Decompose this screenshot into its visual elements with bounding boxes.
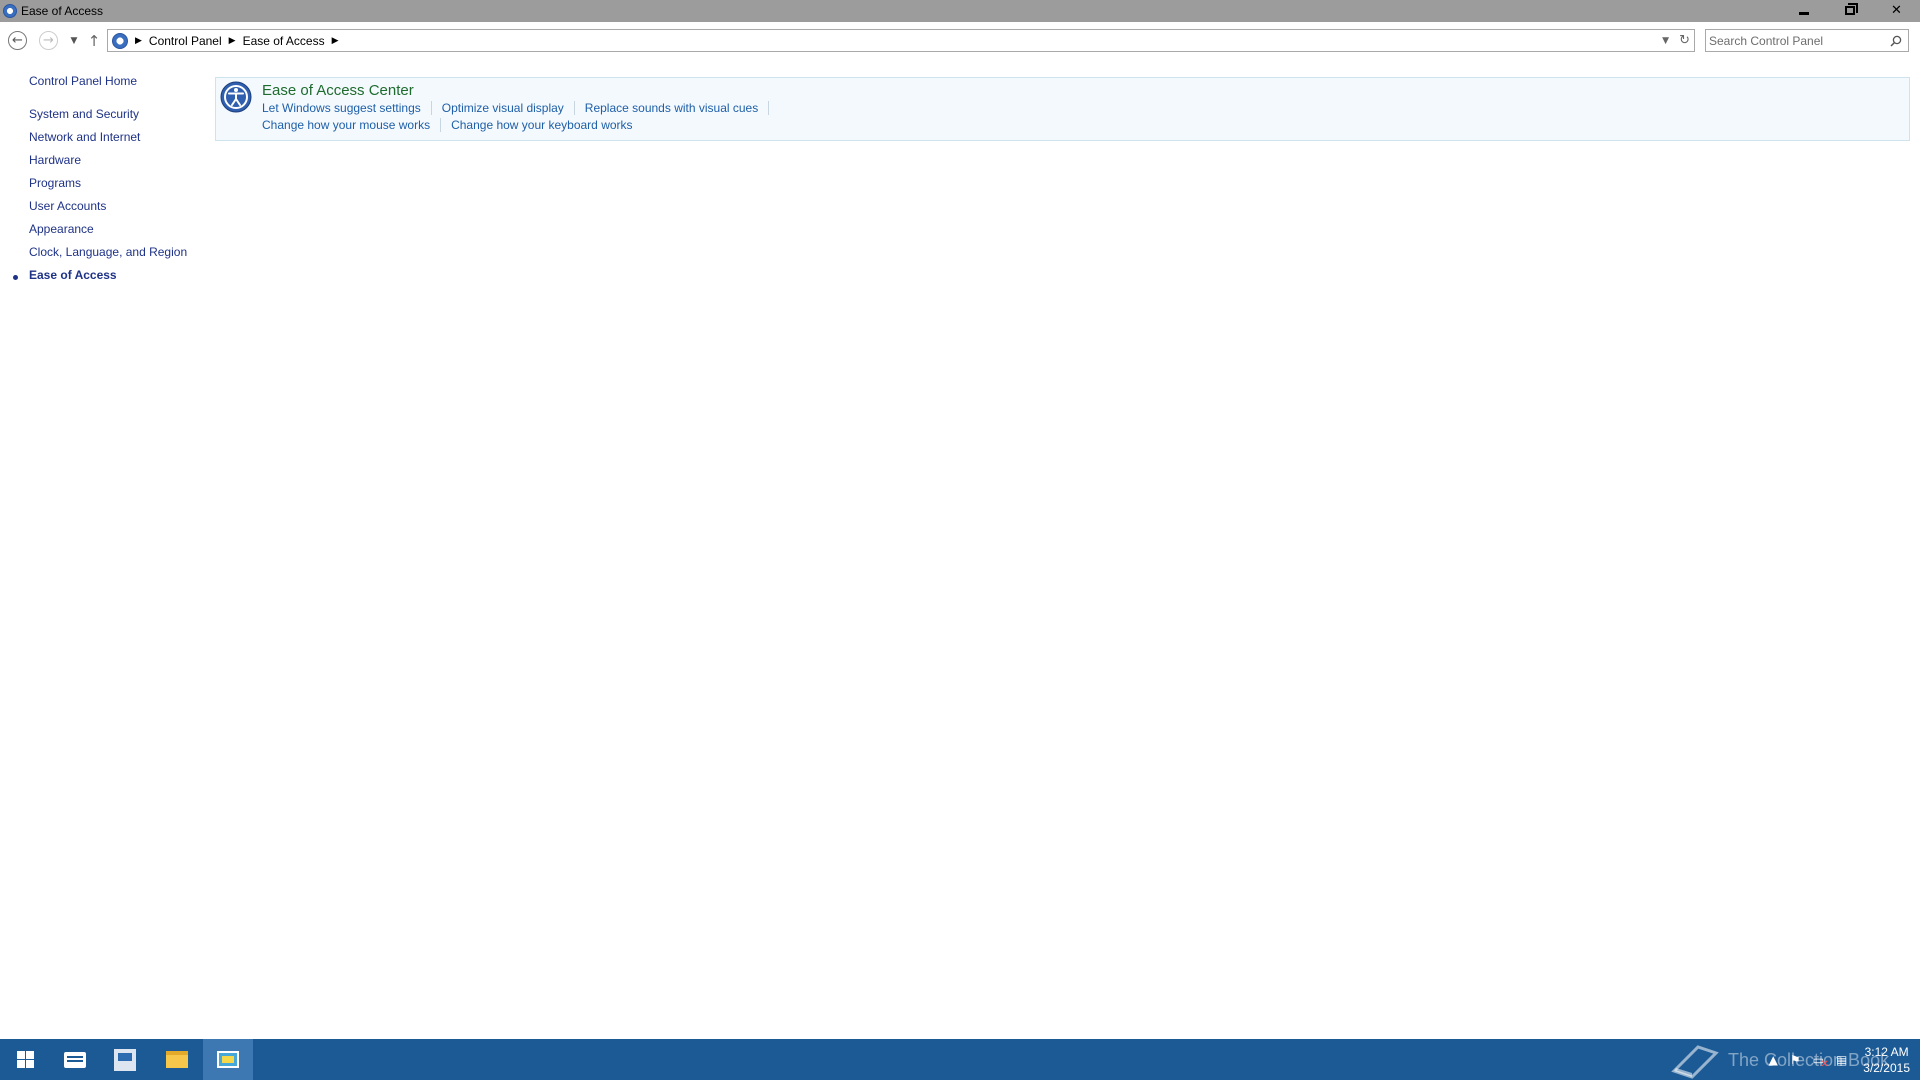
- search-box[interactable]: [1705, 29, 1909, 52]
- search-input[interactable]: [1709, 33, 1879, 48]
- file-explorer-icon: [166, 1051, 188, 1068]
- start-icon: [16, 1051, 34, 1068]
- navigation-bar: ← → ▼ ↑ ▶ Control Panel ▶ Ease of Access…: [0, 26, 1920, 56]
- breadcrumb-chevron-icon[interactable]: ▶: [135, 36, 142, 46]
- show-hidden-icons-icon[interactable]: ▲: [1769, 1053, 1778, 1067]
- server-manager-icon: [64, 1051, 86, 1068]
- arrow-left-icon: ←: [12, 33, 23, 48]
- ease-of-access-icon: [3, 4, 17, 18]
- restore-button[interactable]: [1827, 0, 1873, 20]
- book-icon: [1671, 1045, 1719, 1079]
- nav-system-and-security[interactable]: System and Security: [29, 107, 139, 121]
- clock-date: 3/2/2015: [1863, 1060, 1910, 1075]
- optimize-visual-display-link[interactable]: Optimize visual display: [442, 101, 564, 115]
- breadcrumb-ease-of-access[interactable]: Ease of Access: [243, 34, 325, 48]
- back-button[interactable]: ←: [8, 31, 27, 50]
- divider: [573, 101, 575, 115]
- flag-icon[interactable]: ⚑: [1790, 1053, 1801, 1067]
- nav-hardware[interactable]: Hardware: [29, 153, 81, 167]
- clock-time: 3:12 AM: [1864, 1044, 1909, 1059]
- search-icon[interactable]: [1890, 35, 1902, 47]
- minimize-icon: [1799, 11, 1809, 15]
- control-panel-icon: [112, 32, 128, 49]
- taskbar-control-panel[interactable]: [203, 1039, 253, 1080]
- minimize-button[interactable]: [1781, 0, 1827, 20]
- up-button[interactable]: ↑: [84, 31, 104, 51]
- task-row: Change how your mouse works Change how y…: [262, 118, 633, 132]
- change-keyboard-link[interactable]: Change how your keyboard works: [451, 118, 632, 132]
- nav-user-accounts[interactable]: User Accounts: [29, 199, 106, 213]
- close-button[interactable]: ✕: [1873, 0, 1920, 20]
- nav-ease-of-access[interactable]: Ease of Access: [29, 268, 117, 282]
- taskbar-powershell[interactable]: [100, 1039, 150, 1080]
- nav-appearance[interactable]: Appearance: [29, 222, 94, 236]
- change-mouse-link[interactable]: Change how your mouse works: [262, 118, 430, 132]
- nav-control-panel-home[interactable]: Control Panel Home: [29, 74, 137, 88]
- notifications-icon[interactable]: ▤: [1836, 1053, 1847, 1067]
- taskbar: [0, 1039, 1920, 1080]
- control-panel-icon: [217, 1051, 239, 1068]
- nav-clock-language-region[interactable]: Clock, Language, and Region: [29, 245, 187, 259]
- start-button[interactable]: [0, 1039, 50, 1080]
- replace-sounds-with-visual-cues-link[interactable]: Replace sounds with visual cues: [585, 101, 758, 115]
- nav-network-and-internet[interactable]: Network and Internet: [29, 130, 140, 144]
- refresh-icon[interactable]: ↻: [1679, 33, 1690, 48]
- address-dropdown-icon[interactable]: ▼: [1662, 36, 1669, 46]
- powershell-icon: [114, 1048, 136, 1071]
- window-title: Ease of Access: [21, 4, 104, 18]
- arrow-up-icon: ↑: [87, 32, 101, 50]
- task-row: Let Windows suggest settings Optimize vi…: [262, 101, 779, 115]
- divider: [430, 101, 432, 115]
- arrow-right-icon: →: [43, 33, 54, 48]
- close-icon: ✕: [1891, 2, 1902, 18]
- chevron-down-icon: ▼: [70, 36, 78, 46]
- title-bar[interactable]: Ease of Access ✕: [0, 0, 1920, 22]
- category-ease-of-access-center: Ease of Access Center Let Windows sugges…: [215, 77, 1910, 141]
- divider: [440, 118, 442, 132]
- clock[interactable]: 3:12 AM 3/2/2015: [1863, 1044, 1910, 1076]
- divider: [768, 101, 770, 115]
- network-icon[interactable]: ▭ ✕: [1813, 1053, 1829, 1070]
- window-controls: ✕: [1781, 0, 1920, 22]
- let-windows-suggest-settings-link[interactable]: Let Windows suggest settings: [262, 101, 421, 115]
- breadcrumb-control-panel[interactable]: Control Panel: [149, 34, 222, 48]
- restore-icon: [1845, 2, 1858, 15]
- active-bullet-icon: [13, 275, 18, 280]
- forward-button[interactable]: →: [39, 31, 58, 50]
- recent-locations-button[interactable]: ▼: [64, 31, 84, 51]
- error-icon: ✕: [1820, 1058, 1829, 1070]
- nav-programs[interactable]: Programs: [29, 176, 81, 190]
- taskbar-file-explorer[interactable]: [152, 1039, 202, 1080]
- breadcrumb-chevron-icon[interactable]: ▶: [229, 36, 236, 46]
- breadcrumb-chevron-icon[interactable]: ▶: [332, 36, 339, 46]
- taskbar-server-manager[interactable]: [50, 1039, 100, 1080]
- ease-of-access-center-link[interactable]: Ease of Access Center: [262, 82, 414, 99]
- address-bar[interactable]: ▶ Control Panel ▶ Ease of Access ▶ ▼ ↻: [107, 29, 1695, 52]
- system-tray: ▲ ⚑ ▭ ✕ ▤ 3:12 AM 3/2/2015: [1769, 1039, 1910, 1080]
- ease-of-access-icon[interactable]: [220, 81, 252, 113]
